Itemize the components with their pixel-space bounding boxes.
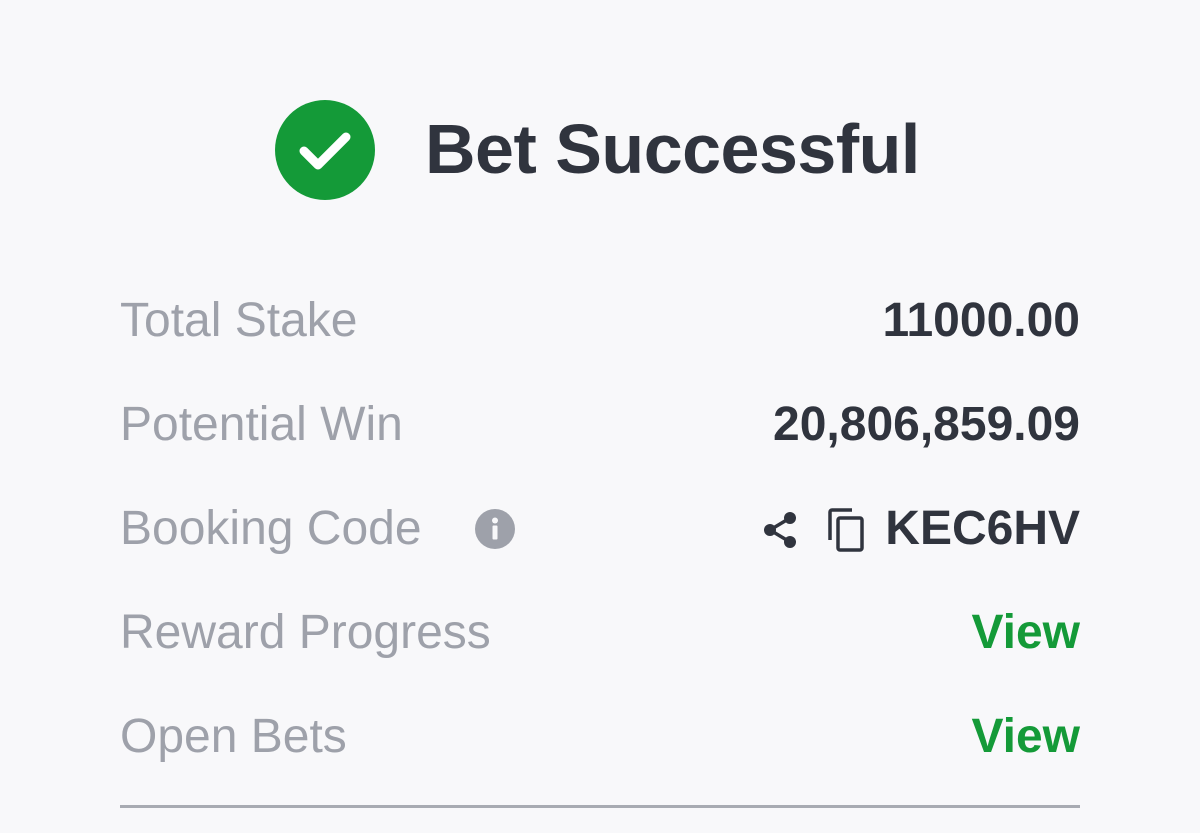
potential-win-row: Potential Win 20,806,859.09 bbox=[120, 390, 1080, 460]
copy-icon[interactable] bbox=[824, 506, 868, 554]
page-title: Bet Successful bbox=[425, 110, 920, 188]
open-bets-label: Open Bets bbox=[120, 710, 347, 763]
check-circle-icon bbox=[275, 100, 375, 200]
reward-progress-view-link[interactable]: View bbox=[971, 598, 1080, 668]
booking-code-row: Booking Code KEC6HV bbox=[120, 494, 1080, 564]
reward-progress-row: Reward Progress View bbox=[120, 598, 1080, 668]
booking-code-value[interactable]: KEC6HV bbox=[885, 494, 1080, 564]
booking-code-label: Booking Code bbox=[120, 502, 422, 555]
divider bbox=[120, 805, 1080, 808]
open-bets-view-link[interactable]: View bbox=[971, 702, 1080, 772]
total-stake-row: Total Stake 11000.00 bbox=[120, 286, 1080, 356]
total-stake-value: 11000.00 bbox=[882, 294, 1080, 347]
reward-progress-label: Reward Progress bbox=[120, 606, 491, 659]
potential-win-value: 20,806,859.09 bbox=[773, 398, 1080, 451]
open-bets-row: Open Bets View bbox=[120, 702, 1080, 772]
bet-success-header: Bet Successful bbox=[0, 96, 1200, 200]
info-icon[interactable] bbox=[475, 509, 515, 549]
share-icon[interactable] bbox=[758, 508, 802, 552]
potential-win-label: Potential Win bbox=[120, 398, 403, 451]
total-stake-label: Total Stake bbox=[120, 294, 358, 347]
